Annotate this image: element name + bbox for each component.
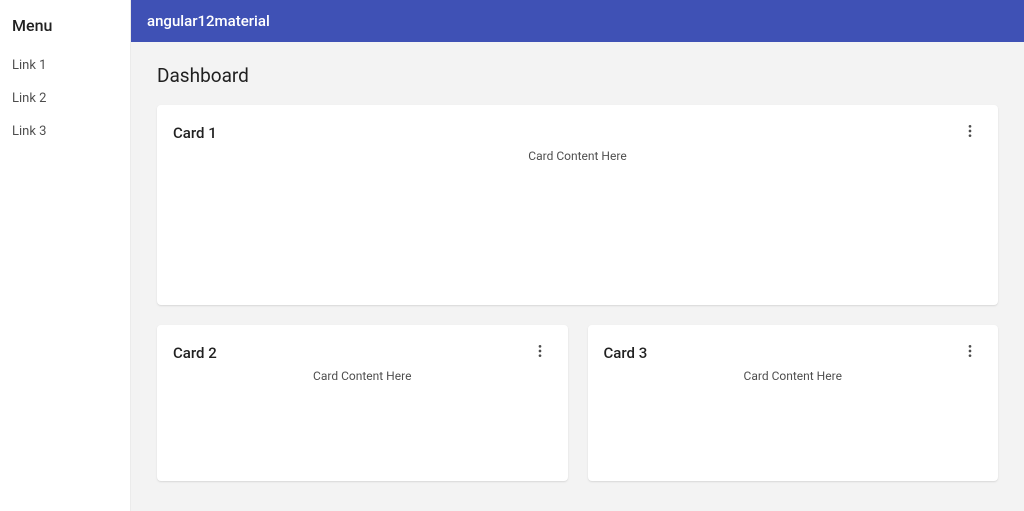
card-header: Card 3 xyxy=(604,341,983,365)
content-area: Dashboard Card 1 Card Content Here Card … xyxy=(131,42,1024,511)
card-content: Card Content Here xyxy=(604,369,983,383)
more-menu-button[interactable] xyxy=(958,341,982,365)
sidebar-link-2[interactable]: Link 2 xyxy=(0,82,130,115)
more-menu-button[interactable] xyxy=(528,341,552,365)
card-2: Card 2 Card Content Here xyxy=(157,325,568,481)
card-content: Card Content Here xyxy=(173,369,552,383)
card-header: Card 1 xyxy=(173,121,982,145)
card-header: Card 2 xyxy=(173,341,552,365)
card-3: Card 3 Card Content Here xyxy=(588,325,999,481)
sidebar-link-3[interactable]: Link 3 xyxy=(0,115,130,148)
sidebar-link-1[interactable]: Link 1 xyxy=(0,49,130,82)
app-title: angular12material xyxy=(147,12,270,30)
more-vert-icon xyxy=(962,343,978,363)
sidebar-title: Menu xyxy=(0,10,130,49)
sidebar: Menu Link 1 Link 2 Link 3 xyxy=(0,0,131,511)
more-vert-icon xyxy=(532,343,548,363)
more-menu-button[interactable] xyxy=(958,121,982,145)
card-content: Card Content Here xyxy=(173,149,982,163)
app-toolbar: angular12material xyxy=(131,0,1024,42)
more-vert-icon xyxy=(962,123,978,143)
card-title: Card 1 xyxy=(173,124,217,142)
card-1: Card 1 Card Content Here xyxy=(157,105,998,305)
page-title: Dashboard xyxy=(157,64,998,87)
card-title: Card 3 xyxy=(604,344,648,362)
card-grid: Card 1 Card Content Here Card 2 xyxy=(157,105,998,481)
main-area: angular12material Dashboard Card 1 Card … xyxy=(131,0,1024,511)
card-title: Card 2 xyxy=(173,344,217,362)
